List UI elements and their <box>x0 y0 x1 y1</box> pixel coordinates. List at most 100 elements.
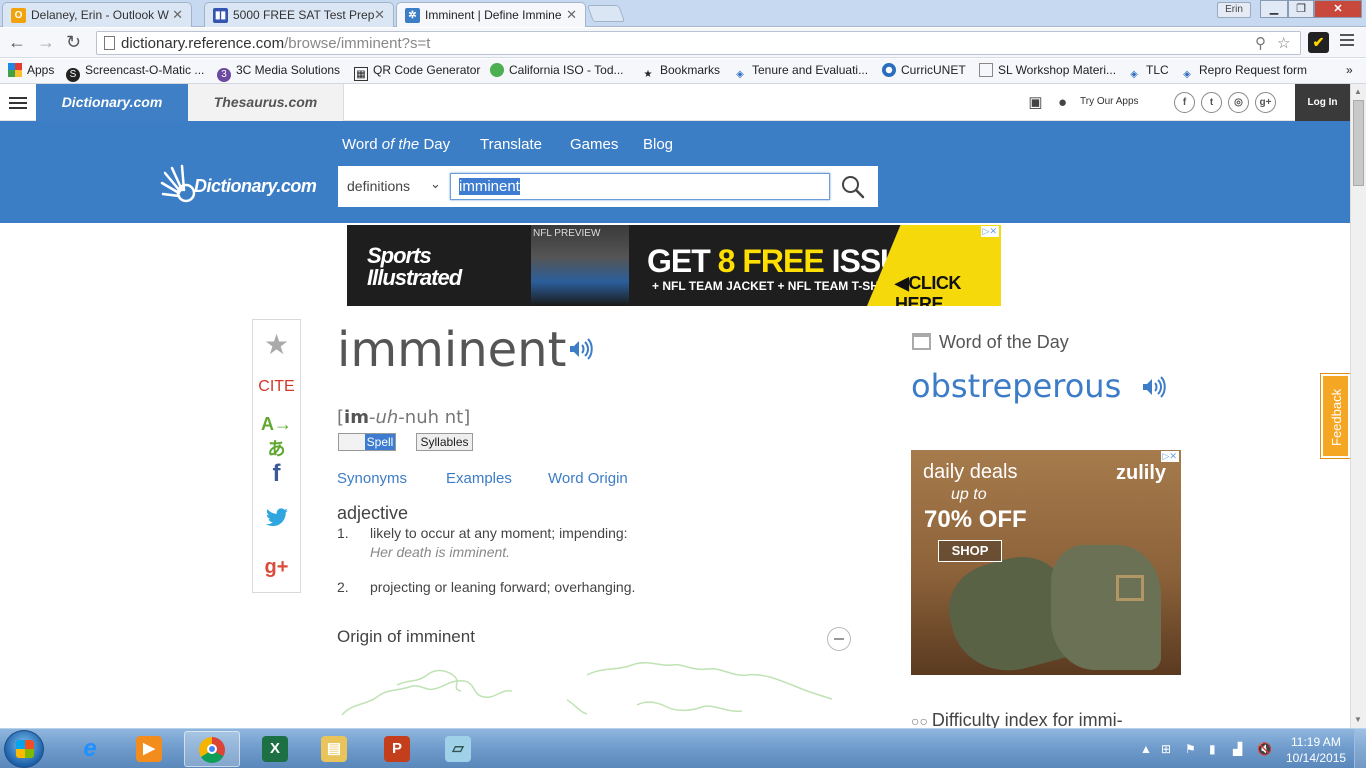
address-bar[interactable]: dictionary.reference.com/browse/imminent… <box>96 31 1301 55</box>
bookmark-california-iso[interactable]: California ISO - Tod... <box>490 63 624 77</box>
action-center-icon[interactable]: ⊞ <box>1161 742 1171 756</box>
twitter-share-icon[interactable] <box>253 508 300 533</box>
facebook-icon[interactable]: f <box>1174 92 1195 113</box>
minimize-button[interactable]: ▁ <box>1260 0 1288 18</box>
bookmark-apps[interactable]: Apps <box>8 63 54 77</box>
chevron-down-icon[interactable]: ⌄ <box>430 176 441 192</box>
reload-icon[interactable]: ↻ <box>66 32 81 53</box>
collapse-icon[interactable] <box>827 627 851 651</box>
browser-tab-sat[interactable]: ▮▮ 5000 FREE SAT Test Prep ✕ <box>204 2 394 27</box>
nav-word-of-the-day[interactable]: Word of the Day <box>342 136 450 153</box>
bookmark-tlc[interactable]: ◈ TLC <box>1127 63 1169 82</box>
close-window-button[interactable]: ✕ <box>1314 0 1362 18</box>
nav-blog[interactable]: Blog <box>643 136 673 153</box>
google-plus-share-icon[interactable]: g+ <box>253 556 300 579</box>
back-icon[interactable]: ← <box>8 32 26 53</box>
sidebar-ad[interactable]: daily deals up to 70% OFF SHOP zulily ▷✕ <box>911 450 1181 675</box>
try-our-apps-link[interactable]: Try Our Apps <box>1080 96 1139 107</box>
show-desktop-button[interactable] <box>1354 729 1366 768</box>
bookmark-qr[interactable]: ▦ QR Code Generator <box>354 63 480 81</box>
bookmarks-overflow[interactable]: » <box>1346 63 1353 77</box>
browser-tab-dictionary[interactable]: ✲ Imminent | Define Immine ✕ <box>396 2 586 27</box>
spell-toggle[interactable]: Spell <box>338 433 396 451</box>
feedback-tab[interactable]: Feedback <box>1321 374 1350 458</box>
taskbar-chrome[interactable] <box>184 731 240 767</box>
bookmark-3c-media[interactable]: 3 3C Media Solutions <box>217 63 340 82</box>
windows-taskbar: e ▶ X ▤ P ▱ ▲ ⊞ ⚑ ▮ ▟ 🔇 11:19 AM 10/14/2… <box>0 728 1366 768</box>
tab-dictionary[interactable]: Dictionary.com <box>36 84 188 121</box>
facebook-share-icon[interactable]: f <box>253 460 300 488</box>
boot-buckle <box>1116 575 1144 601</box>
cite-button[interactable]: CITE <box>253 378 300 396</box>
adchoices-icon[interactable]: ▷✕ <box>980 226 999 237</box>
banner-ad[interactable]: Sports Illustrated NFL PREVIEW GET 8 FRE… <box>347 225 1001 306</box>
twitter-icon[interactable]: t <box>1201 92 1222 113</box>
android-icon[interactable]: ▣ <box>1027 94 1044 111</box>
profile-button[interactable]: Erin <box>1217 2 1251 18</box>
hamburger-menu-icon[interactable] <box>9 97 27 112</box>
bookmark-curricunet[interactable]: CurricUNET <box>882 63 966 77</box>
forward-icon[interactable]: → <box>37 32 55 53</box>
nav-translate[interactable]: Translate <box>480 136 542 153</box>
search-input[interactable]: imminent <box>450 173 830 200</box>
search-type-select[interactable]: definitions <box>347 178 410 194</box>
volume-muted-icon[interactable]: 🔇 <box>1257 742 1272 756</box>
bookmark-star-icon[interactable]: ☆ <box>1277 34 1290 52</box>
word-of-the-day-link[interactable]: obstreperous <box>911 367 1121 405</box>
close-tab-icon[interactable]: ✕ <box>374 7 385 23</box>
tab-synonyms[interactable]: Synonyms <box>337 470 407 487</box>
spell-label: Spell <box>365 434 395 450</box>
browser-tab-outlook[interactable]: O Delaney, Erin - Outlook W ✕ <box>2 2 192 27</box>
taskbar-explorer[interactable]: ▤ <box>306 731 362 767</box>
taskbar-media-player[interactable]: ▶ <box>121 731 177 767</box>
chrome-menu-icon[interactable] <box>1340 34 1354 49</box>
ad-brand: zulily <box>1116 462 1167 484</box>
scroll-up-icon[interactable]: ▲ <box>1354 87 1362 96</box>
bookmark-screencast[interactable]: S Screencast-O-Matic ... <box>66 63 204 82</box>
google-plus-icon[interactable]: g+ <box>1255 92 1276 113</box>
device-icon[interactable]: ▮ <box>1209 742 1216 756</box>
site-logo[interactable]: Dictionary.com <box>160 163 335 203</box>
close-tab-icon[interactable]: ✕ <box>172 7 183 23</box>
search-icon[interactable] <box>840 174 866 200</box>
scroll-down-icon[interactable]: ▼ <box>1354 715 1362 724</box>
definition-example: Her death is imminent. <box>370 544 511 560</box>
bookmark-repro[interactable]: ◈ Repro Request form <box>1180 63 1307 82</box>
zoom-icon[interactable]: ⚲ <box>1255 34 1266 52</box>
taskbar-powerpoint[interactable]: P <box>369 731 425 767</box>
tab-examples[interactable]: Examples <box>446 470 512 487</box>
bookmark-label: QR Code Generator <box>373 63 481 77</box>
flag-icon[interactable]: ⚑ <box>1185 742 1196 756</box>
login-button[interactable]: Log In <box>1295 84 1350 121</box>
page-scrollbar[interactable]: ▲ ▼ <box>1350 84 1366 728</box>
clock-date[interactable]: 10/14/2015 <box>1286 751 1346 765</box>
network-icon[interactable]: ▟ <box>1233 742 1242 756</box>
tray-expand-icon[interactable]: ▲ <box>1140 742 1152 756</box>
clock-time[interactable]: 11:19 AM <box>1291 735 1341 749</box>
apple-icon[interactable]: ● <box>1054 94 1071 111</box>
translate-icon[interactable]: A→あ <box>253 414 300 461</box>
adchoices-icon[interactable]: ▷✕ <box>1160 451 1179 462</box>
bookmark-tenure[interactable]: ◈ Tenure and Evaluati... <box>733 63 868 82</box>
tab-thesaurus[interactable]: Thesaurus.com <box>188 84 344 121</box>
taskbar-excel[interactable]: X <box>247 731 303 767</box>
audio-speaker-icon[interactable] <box>1141 376 1167 398</box>
taskbar-notes[interactable]: ▱ <box>430 731 486 767</box>
ribbon-icon: ◈ <box>1183 69 1191 80</box>
maximize-button[interactable]: ❐ <box>1288 0 1314 18</box>
ad-shop-button[interactable]: SHOP <box>938 540 1002 562</box>
tab-word-origin[interactable]: Word Origin <box>548 470 628 487</box>
close-tab-icon[interactable]: ✕ <box>566 7 577 23</box>
instagram-icon[interactable]: ◎ <box>1228 92 1249 113</box>
new-tab-button[interactable] <box>586 5 626 22</box>
start-button[interactable] <box>4 730 44 768</box>
audio-speaker-icon[interactable] <box>568 338 594 360</box>
scroll-thumb[interactable] <box>1353 100 1364 186</box>
nav-games[interactable]: Games <box>570 136 618 153</box>
taskbar-internet-explorer[interactable]: e <box>62 731 118 767</box>
bookmark-sl-workshop[interactable]: SL Workshop Materi... <box>979 63 1116 77</box>
extension-check-icon[interactable]: ✔ <box>1308 32 1329 53</box>
bookmark-folder[interactable]: ★ Bookmarks <box>641 63 721 82</box>
syllables-button[interactable]: Syllables <box>416 433 473 451</box>
favorite-star-icon[interactable]: ★ <box>253 328 300 361</box>
